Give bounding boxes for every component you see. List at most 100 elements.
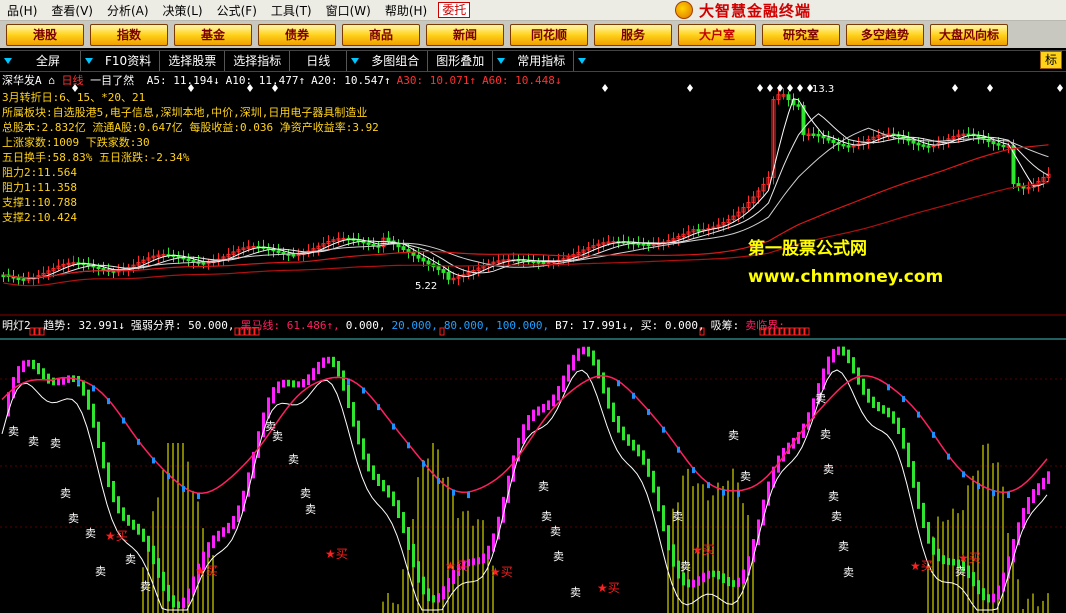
osc-bar: [722, 573, 725, 584]
tab-overlay[interactable]: 图形叠加: [428, 51, 494, 71]
info-line: 上涨家数:1009 下跌家数:30: [2, 136, 150, 149]
sub-readout: 吸筹:: [710, 319, 740, 332]
trend-down-mark: [887, 384, 890, 391]
menu-item-decision[interactable]: 决策(L): [156, 2, 210, 19]
menu-item-analysis[interactable]: 分析(A): [100, 2, 156, 19]
osc-bar: [147, 535, 150, 552]
candle-body: [911, 140, 916, 144]
candle-body: [641, 243, 646, 246]
menu-item-help[interactable]: 帮助(H): [378, 2, 434, 19]
signal-diamond: [797, 84, 803, 92]
signal-diamond: [1057, 84, 1063, 92]
sub-indicator-header: 明灯2 趋势: 32.991↓ 强弱分界: 50.000, 黑马线: 61.486↑…: [2, 317, 785, 333]
dropdown-arrow-icon[interactable]: [4, 58, 12, 64]
quick-nav-bar: 港股 指数 基金 债券 商品 新闻 同花顺 服务 大户室 研究室 多空趋势 大盘…: [0, 21, 1066, 48]
osc-bar: [152, 545, 155, 565]
sell-signal: 卖: [95, 565, 106, 578]
trend-down-mark: [932, 431, 935, 438]
nav-button-commodity[interactable]: 商品: [342, 23, 420, 46]
osc-bar: [832, 348, 835, 363]
osc-bar: [432, 595, 435, 603]
candle-body: [1021, 186, 1026, 189]
osc-bar: [572, 354, 575, 371]
trend-down-mark: [107, 398, 110, 405]
candle-body: [446, 271, 451, 280]
osc-bar: [27, 359, 30, 367]
sub-readout: 买: 0.000,: [640, 319, 705, 332]
nav-button-index[interactable]: 指数: [90, 23, 168, 46]
tab-common-indicators[interactable]: 常用指标: [509, 51, 575, 71]
candle-body: [101, 268, 106, 271]
osc-bar: [672, 544, 675, 567]
sell-signal: 卖: [305, 503, 316, 516]
nav-button-tonghuashun[interactable]: 同花顺: [510, 23, 588, 46]
dropdown-arrow-icon[interactable]: [497, 58, 506, 64]
osc-bar: [277, 381, 280, 394]
nav-button-hk-stocks[interactable]: 港股: [6, 23, 84, 46]
osc-bar: [557, 386, 560, 401]
nav-button-service[interactable]: 服务: [594, 23, 672, 46]
app-title: 大智慧金融终端: [675, 0, 811, 20]
low-label: 5.22: [415, 281, 437, 292]
osc-bar: [682, 572, 685, 586]
tab-daily[interactable]: 日线: [290, 51, 348, 71]
trend-down-mark: [92, 385, 95, 392]
nav-button-research[interactable]: 研究室: [762, 23, 840, 46]
osc-bar: [562, 375, 565, 393]
buy-signal: ★买: [325, 547, 348, 561]
nav-button-fund[interactable]: 基金: [174, 23, 252, 46]
trend-down-mark: [407, 442, 410, 449]
dropdown-arrow-icon[interactable]: [351, 58, 360, 64]
candle-body: [1001, 144, 1006, 148]
tab-fullscreen[interactable]: 全屏: [16, 51, 82, 71]
dropdown-arrow-icon[interactable]: [85, 58, 94, 64]
nav-button-bull-bear-trend[interactable]: 多空趋势: [846, 23, 924, 46]
sell-signal: 卖: [541, 510, 552, 523]
osc-bar: [352, 402, 355, 427]
trend-down-mark: [677, 446, 680, 453]
osc-bar: [522, 424, 525, 444]
tab-select-stock[interactable]: 选择股票: [160, 51, 226, 71]
osc-bar: [932, 537, 935, 555]
sub-readout: 80.000,: [443, 319, 491, 332]
sell-signal: 卖: [60, 487, 71, 500]
osc-bar: [212, 535, 215, 549]
menu-item-view[interactable]: 查看(V): [44, 2, 100, 19]
osc-bar: [272, 387, 275, 404]
trend-down-mark: [347, 378, 350, 385]
candle-body: [441, 269, 446, 273]
candle-body: [396, 243, 401, 248]
trend-down-mark: [902, 396, 905, 403]
info-line: 阻力1:11.358: [2, 181, 77, 194]
nav-button-market-vane[interactable]: 大盘风向标: [930, 23, 1008, 46]
nav-button-vip-room[interactable]: 大户室: [678, 23, 756, 46]
entrust-button[interactable]: 委托: [438, 2, 471, 18]
osc-bar: [367, 453, 370, 472]
osc-bar: [282, 379, 285, 388]
osc-bar: [642, 450, 645, 465]
sell-signal: 卖: [288, 453, 299, 466]
osc-bar: [222, 527, 225, 537]
trend-down-mark: [692, 466, 695, 473]
candle-body: [916, 142, 921, 146]
osc-bar: [612, 402, 615, 422]
dropdown-arrow-icon[interactable]: [578, 58, 587, 64]
nav-button-news[interactable]: 新闻: [426, 23, 504, 46]
signal-diamond: [767, 84, 773, 92]
menu-item-product[interactable]: 品(H): [0, 2, 44, 19]
corner-tag[interactable]: 标: [1039, 51, 1062, 69]
tab-select-indicator[interactable]: 选择指标: [225, 51, 291, 71]
sub-readout: 卖临界:: [745, 319, 785, 332]
menu-item-formula[interactable]: 公式(F): [210, 2, 264, 19]
tab-f10[interactable]: F10资料: [97, 51, 161, 71]
osc-bar: [732, 580, 735, 587]
osc-bar: [697, 576, 700, 586]
menu-item-tools[interactable]: 工具(T): [264, 2, 319, 19]
sell-signal: 卖: [68, 512, 79, 525]
osc-bar: [127, 514, 130, 526]
candle-body: [96, 266, 101, 270]
menu-item-window[interactable]: 窗口(W): [319, 2, 378, 19]
tab-multi-chart[interactable]: 多图组合: [363, 51, 429, 71]
osc-bar: [332, 356, 335, 368]
nav-button-bond[interactable]: 债券: [258, 23, 336, 46]
